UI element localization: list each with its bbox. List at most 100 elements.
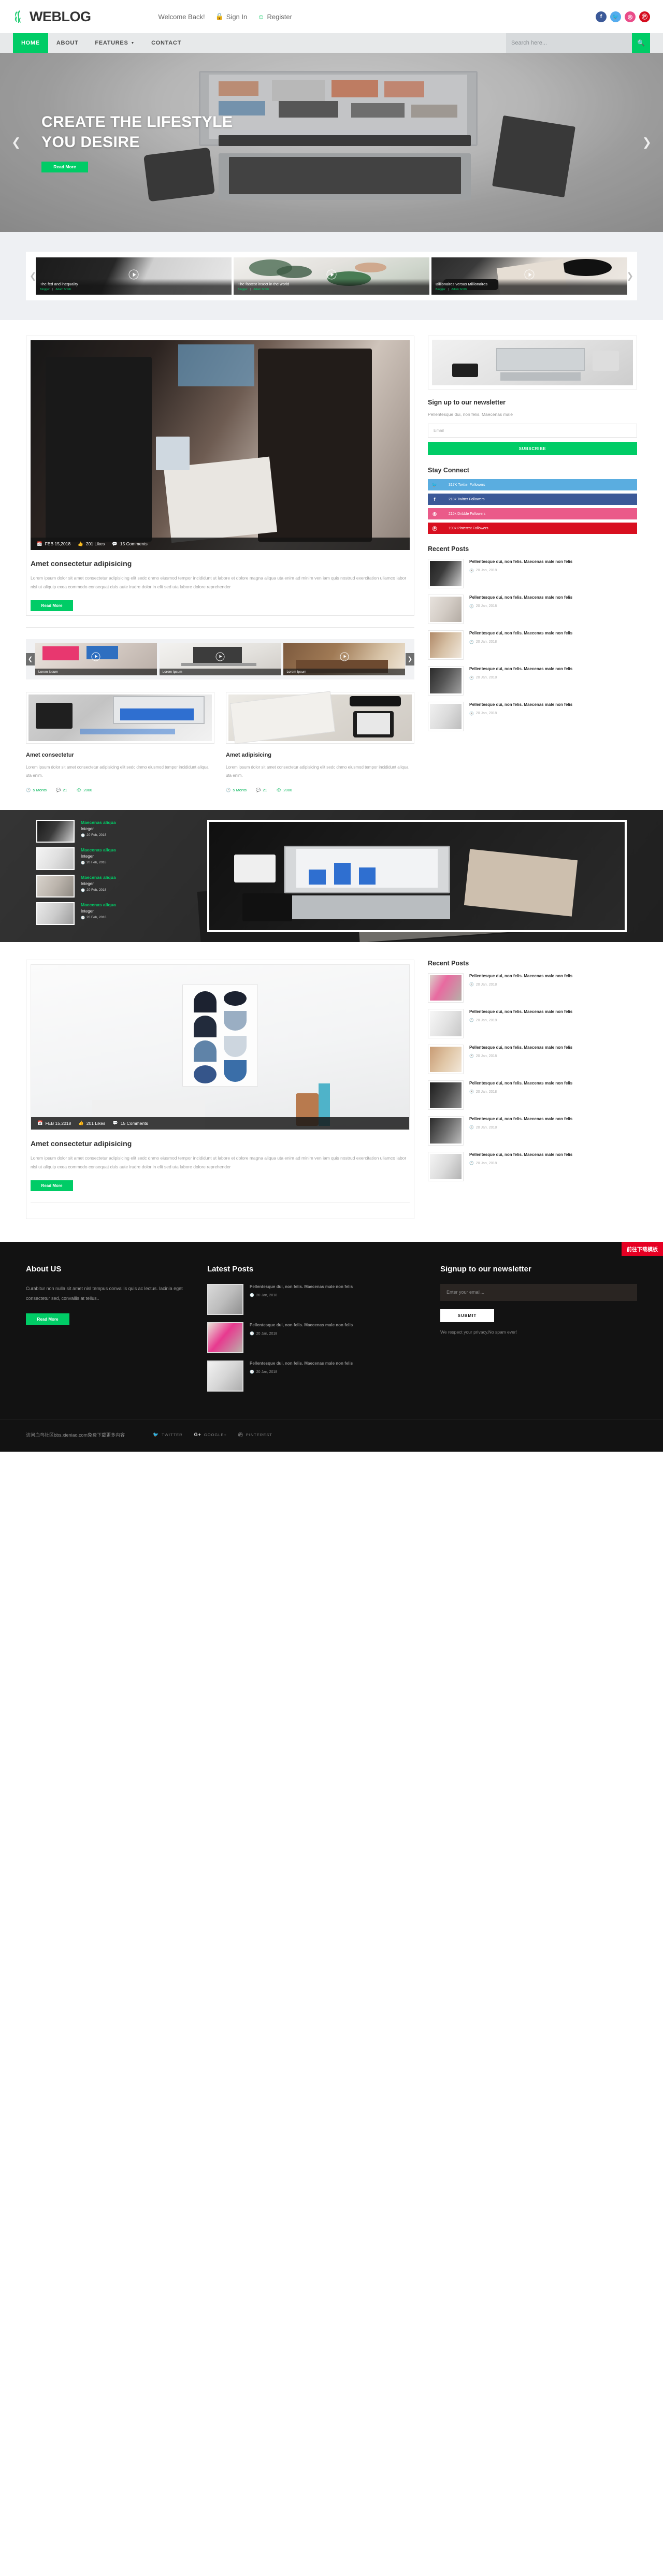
recent-post-item[interactable]: Pellentesque dui, non felis. Maecenas ma… — [428, 1116, 637, 1146]
footer-latest-item[interactable]: Pellentesque dui, non felis. Maecenas ma… — [207, 1283, 420, 1315]
recent-post-item[interactable]: Pellentesque dui, non felis. Maecenas ma… — [428, 1151, 637, 1181]
eye-icon: 👁 — [76, 787, 82, 792]
hero-prev-arrow[interactable]: ❮ — [11, 136, 21, 149]
video-card[interactable]: Lorem Ipsum — [159, 643, 281, 675]
recent-post-date: 🕑 20 Jan, 2018 — [469, 1125, 637, 1130]
connect-row-twitter[interactable]: 🐦 317K Twitter Followers — [428, 479, 637, 491]
footer-latest-title: Latest Posts — [207, 1264, 254, 1273]
play-icon[interactable] — [128, 269, 139, 280]
nav-label: HOME — [21, 40, 40, 46]
footer-read-more-button[interactable]: Read More — [26, 1313, 69, 1325]
hero-read-more-button[interactable]: Read More — [41, 161, 88, 172]
recent-post-item[interactable]: Pellentesque dui, non felis. Maecenas ma… — [428, 630, 637, 660]
stay-connect-title: Stay Connect — [428, 467, 469, 474]
video-prev-arrow[interactable]: ❮ — [26, 653, 35, 665]
welcome-area: Welcome Back! 🔒 Sign In ☺ Register — [158, 12, 292, 21]
footer-latest-image — [207, 1322, 243, 1353]
footer-twitter-link[interactable]: 🐦 TWITTER — [153, 1431, 183, 1438]
recent-post-item[interactable]: Pellentesque dui, non felis. Maecenas ma… — [428, 1044, 637, 1074]
bottom-post-read-more-button[interactable]: Read More — [31, 1180, 73, 1191]
download-template-badge[interactable]: 前往下载模板 — [622, 1241, 663, 1256]
nav-item-features[interactable]: FEATURES ▼ — [87, 33, 143, 53]
recent-post-date: 🕑 20 Jan, 2018 — [469, 712, 637, 716]
footer-google-plus-link[interactable]: G+ GOOGLE+ — [194, 1431, 227, 1438]
recent-post-image — [428, 1116, 464, 1146]
play-icon[interactable] — [340, 652, 349, 661]
featured-card[interactable]: The fastest insect in the world Blogger … — [234, 257, 429, 295]
footer-latest-title-text: Pellentesque dui, non felis. Maecenas ma… — [250, 1361, 353, 1366]
sign-in-link[interactable]: 🔒 Sign In — [215, 12, 248, 21]
footer-pinterest-link[interactable]: Ⓟ PINTEREST — [238, 1431, 272, 1438]
recent-post-item[interactable]: Pellentesque dui, non felis. Maecenas ma… — [428, 1008, 637, 1038]
play-icon[interactable] — [215, 652, 225, 661]
recent-post-item[interactable]: Pellentesque dui, non felis. Maecenas ma… — [428, 973, 637, 1003]
twitter-icon: 🐦 — [431, 482, 438, 487]
footer-latest-item[interactable]: Pellentesque dui, non felis. Maecenas ma… — [207, 1360, 420, 1392]
play-icon[interactable] — [91, 652, 100, 661]
thumbs-up-icon: 👍 — [78, 1120, 84, 1126]
recent-post-title: Pellentesque dui, non felis. Maecenas ma… — [469, 595, 573, 600]
site-logo[interactable]: WEBLOG — [13, 9, 91, 25]
nav-item-about[interactable]: ABOUT — [48, 33, 87, 53]
footer-latest-item[interactable]: Pellentesque dui, non felis. Maecenas ma… — [207, 1322, 420, 1353]
connect-row-pinterest[interactable]: Ⓟ 190k Pinterest Followers — [428, 523, 637, 534]
dark-list-item[interactable]: Maecenas aliqua Integer 🕑 20 Feb, 2018 — [36, 819, 192, 843]
search-button[interactable]: 🔍 — [632, 33, 650, 53]
featured-card[interactable]: Billionaires versus Millionaires Blogger… — [431, 257, 627, 295]
dark-item-title: Maecenas aliqua — [81, 874, 116, 880]
recent-post-title: Pellentesque dui, non felis. Maecenas ma… — [469, 1116, 573, 1121]
video-card[interactable]: Lorem Ipsum — [35, 643, 157, 675]
dark-list-item[interactable]: Maecenas aliqua Integer 🕑 20 Feb, 2018 — [36, 874, 192, 898]
twitter-icon[interactable]: 🐦 — [610, 11, 621, 22]
footer-latest-date-text: 20 Jan, 2018 — [256, 1332, 278, 1336]
featured-next-arrow[interactable]: ❯ — [627, 271, 633, 281]
recent-post-item[interactable]: Pellentesque dui, non felis. Maecenas ma… — [428, 1080, 637, 1110]
play-icon[interactable] — [524, 269, 535, 280]
video-card[interactable]: Lorem Ipsum — [283, 643, 406, 675]
search-box: 🔍 — [506, 33, 650, 53]
recent-post-item[interactable]: Pellentesque dui, non felis. Maecenas ma… — [428, 559, 637, 589]
clock-icon: 🕑 — [81, 888, 85, 892]
register-link[interactable]: ☺ Register — [257, 13, 292, 21]
recent-post-date-text: 20 Jan, 2018 — [475, 676, 497, 680]
pinterest-icon[interactable]: Ⓟ — [639, 11, 650, 22]
bottom-recent-posts-title: Recent Posts — [428, 959, 469, 967]
newsletter-subscribe-button[interactable]: SUBSCRIBE — [428, 442, 637, 456]
pinterest-icon: Ⓟ — [238, 1432, 243, 1438]
video-next-arrow[interactable]: ❯ — [406, 653, 414, 665]
recent-post-item[interactable]: Pellentesque dui, non felis. Maecenas ma… — [428, 666, 637, 696]
post-time: 🕑 5 Monts — [226, 788, 247, 792]
nav-item-home[interactable]: HOME — [13, 33, 48, 53]
recent-post-title: Pellentesque dui, non felis. Maecenas ma… — [469, 559, 573, 565]
footer-submit-button[interactable]: SUBMIT — [440, 1309, 494, 1322]
footer-social-label: PINTEREST — [246, 1432, 272, 1437]
post-comments-text: 21 — [63, 787, 67, 792]
connect-row-facebook[interactable]: f 218k Twitter Followers — [428, 494, 637, 505]
calendar-icon: 📅 — [37, 1120, 43, 1126]
recent-post-item[interactable]: Pellentesque dui, non felis. Maecenas ma… — [428, 702, 637, 732]
recent-post-image — [428, 630, 464, 660]
featured-card[interactable]: The fed and inequality Blogger | Adam Sm… — [36, 257, 232, 295]
dark-list-item[interactable]: Maecenas aliqua Integer 🕑 20 Feb, 2018 — [36, 847, 192, 870]
divider — [26, 627, 414, 628]
small-post-photo — [28, 694, 212, 741]
search-input[interactable] — [506, 33, 632, 53]
post-read-more-button[interactable]: Read More — [31, 600, 73, 611]
hero-next-arrow[interactable]: ❯ — [642, 136, 652, 149]
nav-item-contact[interactable]: CONTACT — [143, 33, 190, 53]
dark-video-player[interactable] — [207, 819, 627, 932]
footer-email-input[interactable] — [440, 1283, 637, 1301]
dribbble-icon[interactable]: ◎ — [625, 11, 636, 22]
recent-post-image — [428, 1080, 464, 1110]
dark-list-item[interactable]: Maecenas aliqua Integer 🕑 20 Feb, 2018 — [36, 902, 192, 925]
recent-post-item[interactable]: Pellentesque dui, non felis. Maecenas ma… — [428, 595, 637, 625]
play-icon[interactable] — [326, 269, 337, 280]
connect-row-dribbble[interactable]: ◎ 215k Dribble Followers — [428, 508, 637, 520]
footer-social-label: TWITTER — [162, 1432, 183, 1437]
recent-post-title: Pellentesque dui, non felis. Maecenas ma… — [469, 667, 573, 672]
recent-post-date-text: 20 Jan, 2018 — [475, 712, 497, 716]
featured-prev-arrow[interactable]: ❮ — [30, 271, 36, 281]
facebook-icon[interactable]: f — [596, 11, 607, 22]
small-post-title: Amet adipisicing — [226, 751, 272, 758]
newsletter-email-input[interactable] — [428, 424, 637, 438]
